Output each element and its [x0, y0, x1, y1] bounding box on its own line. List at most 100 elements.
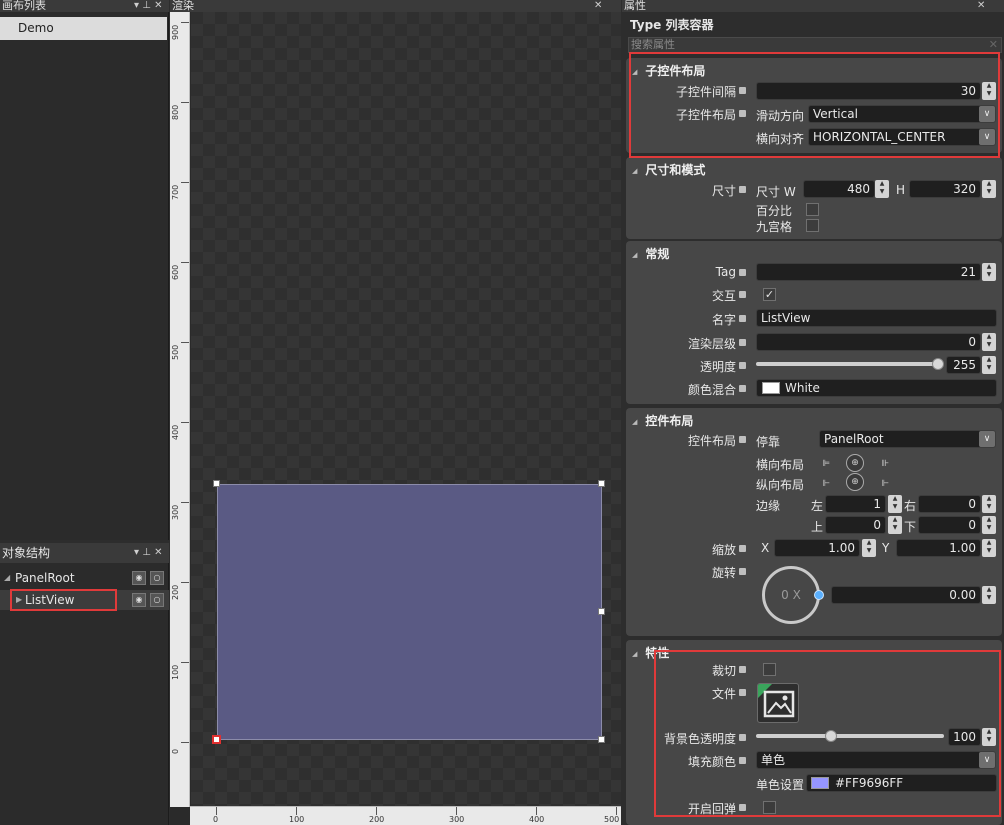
anchor-point-icon[interactable] — [212, 735, 221, 744]
name-input[interactable]: ListView — [756, 309, 997, 327]
panel-menu-icon[interactable]: ✕ — [594, 0, 602, 11]
ruler-label: 400 — [171, 424, 180, 440]
ruler-label: 0 — [171, 748, 180, 754]
blend-color-swatch[interactable] — [762, 382, 780, 394]
rotation-dial[interactable]: 0 X — [762, 566, 820, 624]
listview-widget[interactable] — [217, 484, 602, 740]
visibility-eye-icon[interactable]: ◉ — [132, 593, 146, 607]
resize-handle-top-right[interactable] — [598, 480, 605, 487]
margin-top-stepper[interactable]: ▲ ▼ — [888, 516, 902, 534]
opacity-input[interactable]: 255 — [946, 356, 981, 374]
ruler-tick — [181, 102, 189, 103]
align-top-icon[interactable]: ⊩ — [819, 478, 833, 490]
margin-bottom-input[interactable]: 0 — [918, 516, 981, 534]
search-properties-input[interactable]: 搜索属性 ✕ — [628, 37, 1002, 53]
resize-handle-top-left[interactable] — [213, 480, 220, 487]
scale-y-stepper[interactable]: ▲ ▼ — [982, 539, 996, 557]
align-middle-icon[interactable]: ⊕ — [846, 473, 864, 491]
collapse-triangle-icon[interactable]: ◢ — [632, 418, 637, 426]
ruler-label: 900 — [171, 24, 180, 40]
chevron-down-icon[interactable]: ∨ — [979, 431, 995, 447]
height-input[interactable]: 320 — [909, 180, 981, 198]
pin-icon[interactable] — [739, 315, 746, 322]
ruler-tick — [181, 502, 189, 503]
pin-icon[interactable] — [739, 385, 746, 392]
opacity-slider[interactable] — [756, 362, 938, 366]
ruler-tick — [181, 422, 189, 423]
resize-handle-bottom-right[interactable] — [598, 736, 605, 743]
vertical-ruler: 900 800 700 600 500 400 300 200 100 0 — [170, 12, 190, 807]
ruler-tick — [181, 662, 189, 663]
opacity-stepper[interactable]: ▲ ▼ — [982, 356, 996, 374]
percent-checkbox[interactable] — [806, 203, 819, 216]
expand-arrow-icon[interactable]: ◢ — [4, 568, 10, 588]
pin-icon[interactable] — [739, 291, 746, 298]
tree-item-panelroot[interactable]: ◢ PanelRoot ◉ ○ — [0, 568, 169, 588]
ruler-label: 300 — [449, 815, 465, 824]
width-input[interactable]: 480 — [803, 180, 875, 198]
tag-input[interactable]: 21 — [756, 263, 981, 281]
margin-left-input[interactable]: 1 — [825, 495, 886, 513]
rotation-input[interactable]: 0.00 — [831, 586, 981, 604]
pin-icon[interactable] — [739, 362, 746, 369]
pin-icon[interactable] — [739, 436, 746, 443]
width-stepper[interactable]: ▲ ▼ — [875, 180, 889, 198]
group-header[interactable]: ◢ 控件布局 — [632, 412, 693, 429]
opacity-slider-thumb[interactable] — [932, 358, 944, 370]
scale-x-stepper[interactable]: ▲ ▼ — [862, 539, 876, 557]
pin-icon[interactable] — [739, 186, 746, 193]
panel-menu-icon[interactable]: ▾ ⊥ ✕ — [134, 0, 162, 11]
panel-menu-icon[interactable]: ✕ — [977, 0, 985, 11]
lock-icon[interactable]: ○ — [150, 571, 164, 585]
pin-icon[interactable] — [739, 339, 746, 346]
ruler-tick — [536, 807, 537, 815]
dock-select[interactable]: PanelRoot — [819, 430, 996, 448]
ruler-label: 500 — [171, 344, 180, 360]
render-stage[interactable] — [191, 12, 621, 806]
margin-bottom-stepper[interactable]: ▲ ▼ — [982, 516, 996, 534]
rotation-dial-handle[interactable] — [814, 590, 824, 600]
align-bottom-icon[interactable]: ⊩ — [878, 478, 892, 490]
margin-right-stepper[interactable]: ▲ ▼ — [982, 495, 996, 513]
collapse-triangle-icon[interactable]: ◢ — [632, 167, 637, 175]
scale-y-input[interactable]: 1.00 — [896, 539, 981, 557]
scale-x-input[interactable]: 1.00 — [774, 539, 860, 557]
pin-icon[interactable] — [739, 269, 746, 276]
size-label: 尺寸 — [711, 184, 736, 198]
zorder-input[interactable]: 0 — [756, 333, 981, 351]
group-header[interactable]: ◢ 尺寸和模式 — [632, 161, 705, 178]
percent-label: 百分比 — [756, 204, 793, 218]
ruler-label: 400 — [529, 815, 545, 824]
margin-left-stepper[interactable]: ▲ ▼ — [888, 495, 902, 513]
lock-icon[interactable]: ○ — [150, 593, 164, 607]
panel-menu-icon[interactable]: ▾ ⊥ ✕ — [134, 547, 162, 558]
interact-label: 交互 — [711, 289, 736, 303]
rotation-stepper[interactable]: ▲ ▼ — [982, 586, 996, 604]
nine-grid-checkbox[interactable] — [806, 219, 819, 232]
margin-top-input[interactable]: 0 — [825, 516, 886, 534]
horizontal-ruler: 0 100 200 300 400 500 — [190, 806, 621, 825]
clear-search-icon[interactable]: ✕ — [989, 38, 998, 52]
zorder-stepper[interactable]: ▲ ▼ — [982, 333, 996, 351]
ruler-tick — [616, 807, 617, 815]
highlight-frame-features — [654, 650, 1001, 817]
group-header[interactable]: ◢ 常规 — [632, 245, 669, 262]
resize-handle-right[interactable] — [598, 608, 605, 615]
margin-right-input[interactable]: 0 — [918, 495, 981, 513]
pin-icon[interactable] — [739, 545, 746, 552]
align-left-icon[interactable]: ⊫ — [819, 458, 833, 470]
align-center-icon[interactable]: ⊕ — [846, 454, 864, 472]
ruler-label: 200 — [369, 815, 385, 824]
height-stepper[interactable]: ▲ ▼ — [982, 180, 996, 198]
tag-stepper[interactable]: ▲ ▼ — [982, 263, 996, 281]
collapse-triangle-icon[interactable]: ◢ — [632, 650, 637, 658]
ruler-label: 600 — [171, 264, 180, 280]
canvas-item-demo[interactable]: Demo — [0, 17, 167, 40]
object-tree-panel: 对象结构 ▾ ⊥ ✕ ◢ PanelRoot ◉ ○ ▶ ListView ◉ … — [0, 543, 169, 825]
interact-checkbox[interactable]: ✓ — [763, 288, 776, 301]
collapse-triangle-icon[interactable]: ◢ — [632, 251, 637, 259]
visibility-eye-icon[interactable]: ◉ — [132, 571, 146, 585]
align-right-icon[interactable]: ⊪ — [878, 458, 892, 470]
pin-icon[interactable] — [739, 568, 746, 575]
blend-color-field[interactable]: White — [756, 379, 997, 397]
